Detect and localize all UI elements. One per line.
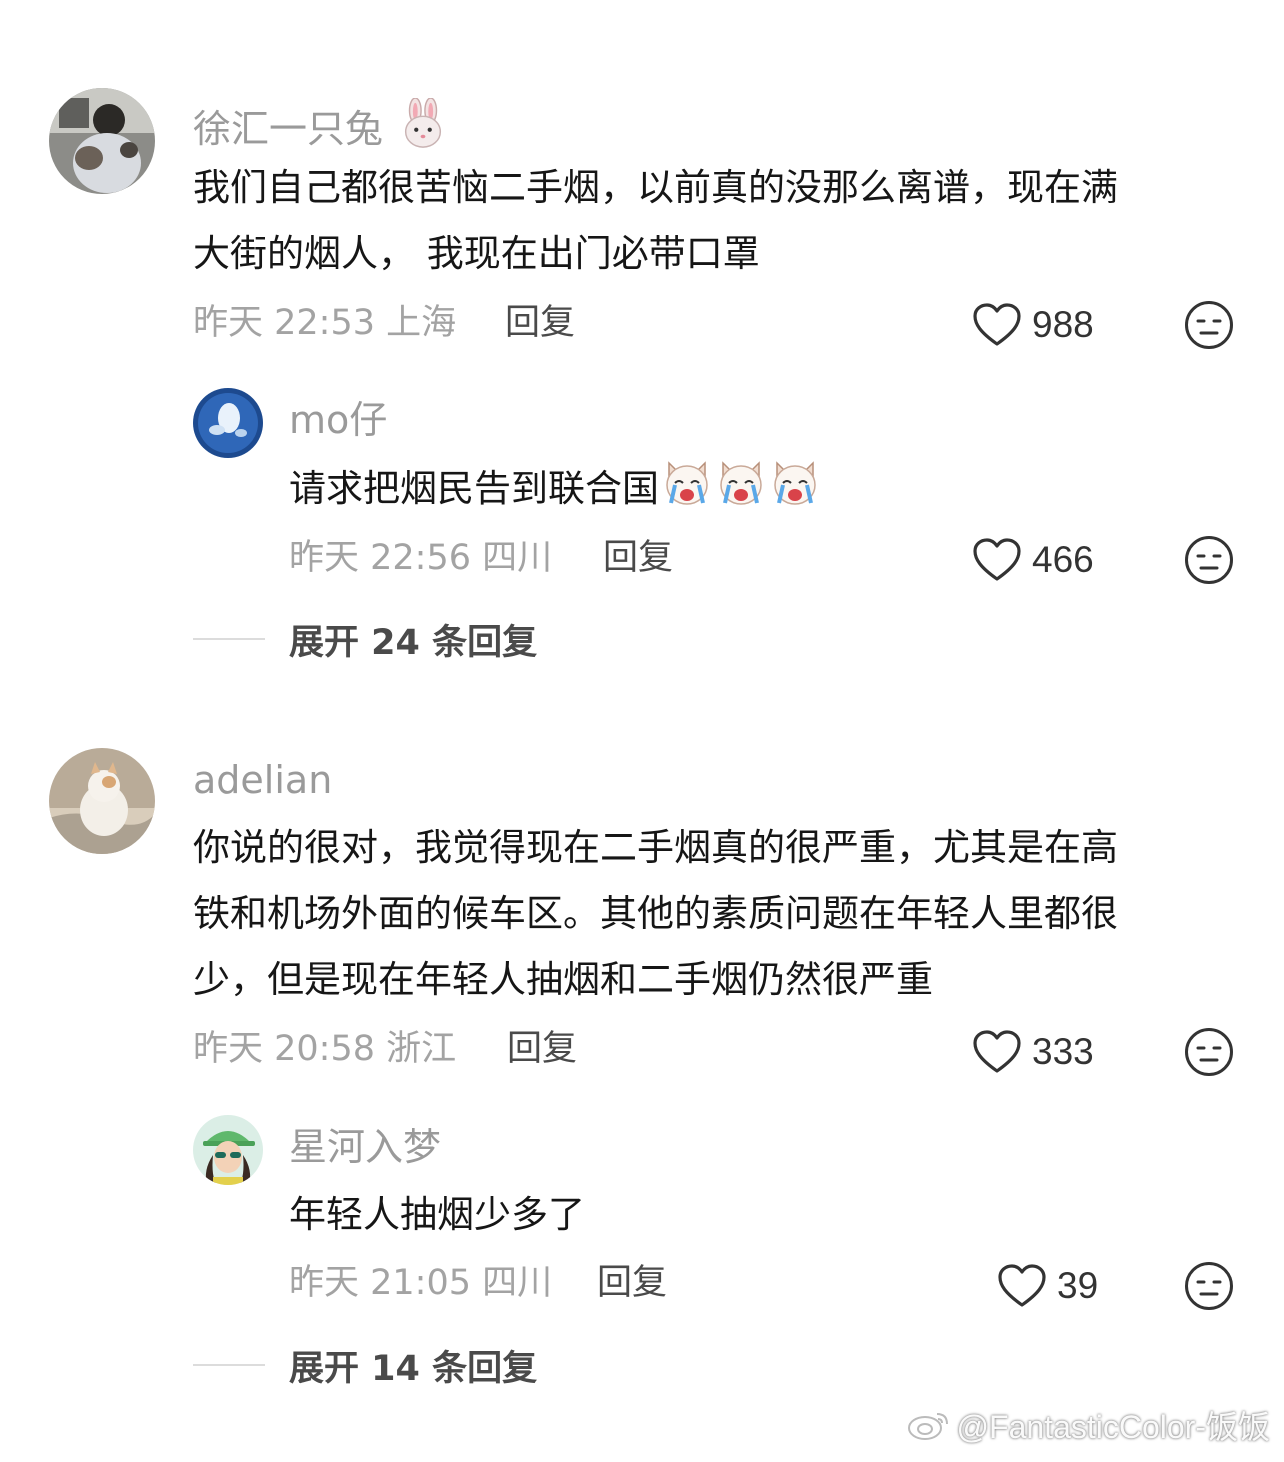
- comment-meta: 昨天 22:53 上海: [193, 303, 457, 343]
- comment-text-line: 我们自己都很苦恼二手烟，以前真的没那么离谱，现在满: [193, 166, 1118, 209]
- reply-text: 年轻人抽烟少多了: [289, 1193, 585, 1236]
- reply-button[interactable]: 回复: [507, 1027, 577, 1071]
- meh-face-icon: [1185, 1262, 1233, 1310]
- comment-text-line: 少，但是现在年轻人抽烟和二手烟仍然很严重: [193, 958, 933, 1001]
- divider: [193, 1364, 265, 1366]
- like-button[interactable]: 39: [997, 1261, 1098, 1311]
- reply-meta: 昨天 21:05 四川: [289, 1263, 553, 1303]
- dislike-button[interactable]: [1184, 300, 1234, 350]
- watermark-text: @FantasticColor-饭饭: [956, 1409, 1270, 1445]
- heart-icon: [973, 538, 1021, 581]
- meh-face-icon: [1185, 1028, 1233, 1076]
- crying-dog-icon: [661, 457, 713, 509]
- like-count: 988: [1032, 304, 1094, 345]
- avatar[interactable]: [193, 388, 263, 458]
- expand-replies-button[interactable]: 展开 14 条回复: [193, 1343, 537, 1389]
- reply-text: 请求把烟民告到联合国: [289, 456, 821, 522]
- comment-text-line: 大街的烟人， 我现在出门必带口罩: [193, 232, 760, 275]
- crying-dog-icon: [769, 457, 821, 509]
- like-count: 39: [1057, 1265, 1099, 1306]
- comment-text-line: 铁和机场外面的候车区。其他的素质问题在年轻人里都很: [193, 892, 1118, 935]
- weibo-logo-icon: [907, 1413, 948, 1440]
- avatar[interactable]: [193, 1115, 263, 1185]
- username[interactable]: adelian: [193, 757, 332, 803]
- dislike-button[interactable]: [1184, 1027, 1234, 1077]
- meh-face-icon: [1185, 301, 1233, 349]
- avatar[interactable]: [49, 748, 155, 854]
- expand-replies-label: 展开 24 条回复: [289, 622, 538, 663]
- reply-button[interactable]: 回复: [603, 536, 673, 580]
- heart-icon: [973, 1030, 1021, 1073]
- meh-face-icon: [1185, 536, 1233, 584]
- rabbit-face-icon: [397, 97, 451, 152]
- like-button[interactable]: 466: [972, 535, 1094, 585]
- username[interactable]: mo仔: [289, 397, 387, 443]
- dislike-button[interactable]: [1184, 1261, 1234, 1311]
- like-button[interactable]: 333: [972, 1027, 1094, 1077]
- reply-meta: 昨天 22:56 四川: [289, 538, 553, 578]
- like-count: 333: [1032, 1031, 1094, 1072]
- expand-replies-label: 展开 14 条回复: [289, 1348, 538, 1389]
- like-count: 466: [1032, 539, 1094, 580]
- dislike-button[interactable]: [1184, 535, 1234, 585]
- heart-icon: [973, 303, 1021, 346]
- watermark: @FantasticColor-饭饭: [907, 1402, 1270, 1448]
- reply-button[interactable]: 回复: [505, 301, 575, 345]
- like-button[interactable]: 988: [972, 300, 1094, 350]
- username[interactable]: 星河入梦: [289, 1124, 441, 1170]
- crying-dog-icon: [715, 457, 767, 509]
- divider: [193, 638, 265, 640]
- reply-button[interactable]: 回复: [597, 1261, 667, 1305]
- expand-replies-button[interactable]: 展开 24 条回复: [193, 617, 537, 663]
- comment-text-line: 你说的很对，我觉得现在二手烟真的很严重，尤其是在高: [193, 826, 1118, 869]
- avatar[interactable]: [49, 88, 155, 194]
- heart-icon: [998, 1264, 1046, 1307]
- username[interactable]: 徐汇一只兔: [193, 97, 451, 152]
- comment-meta: 昨天 20:58 浙江: [193, 1029, 457, 1069]
